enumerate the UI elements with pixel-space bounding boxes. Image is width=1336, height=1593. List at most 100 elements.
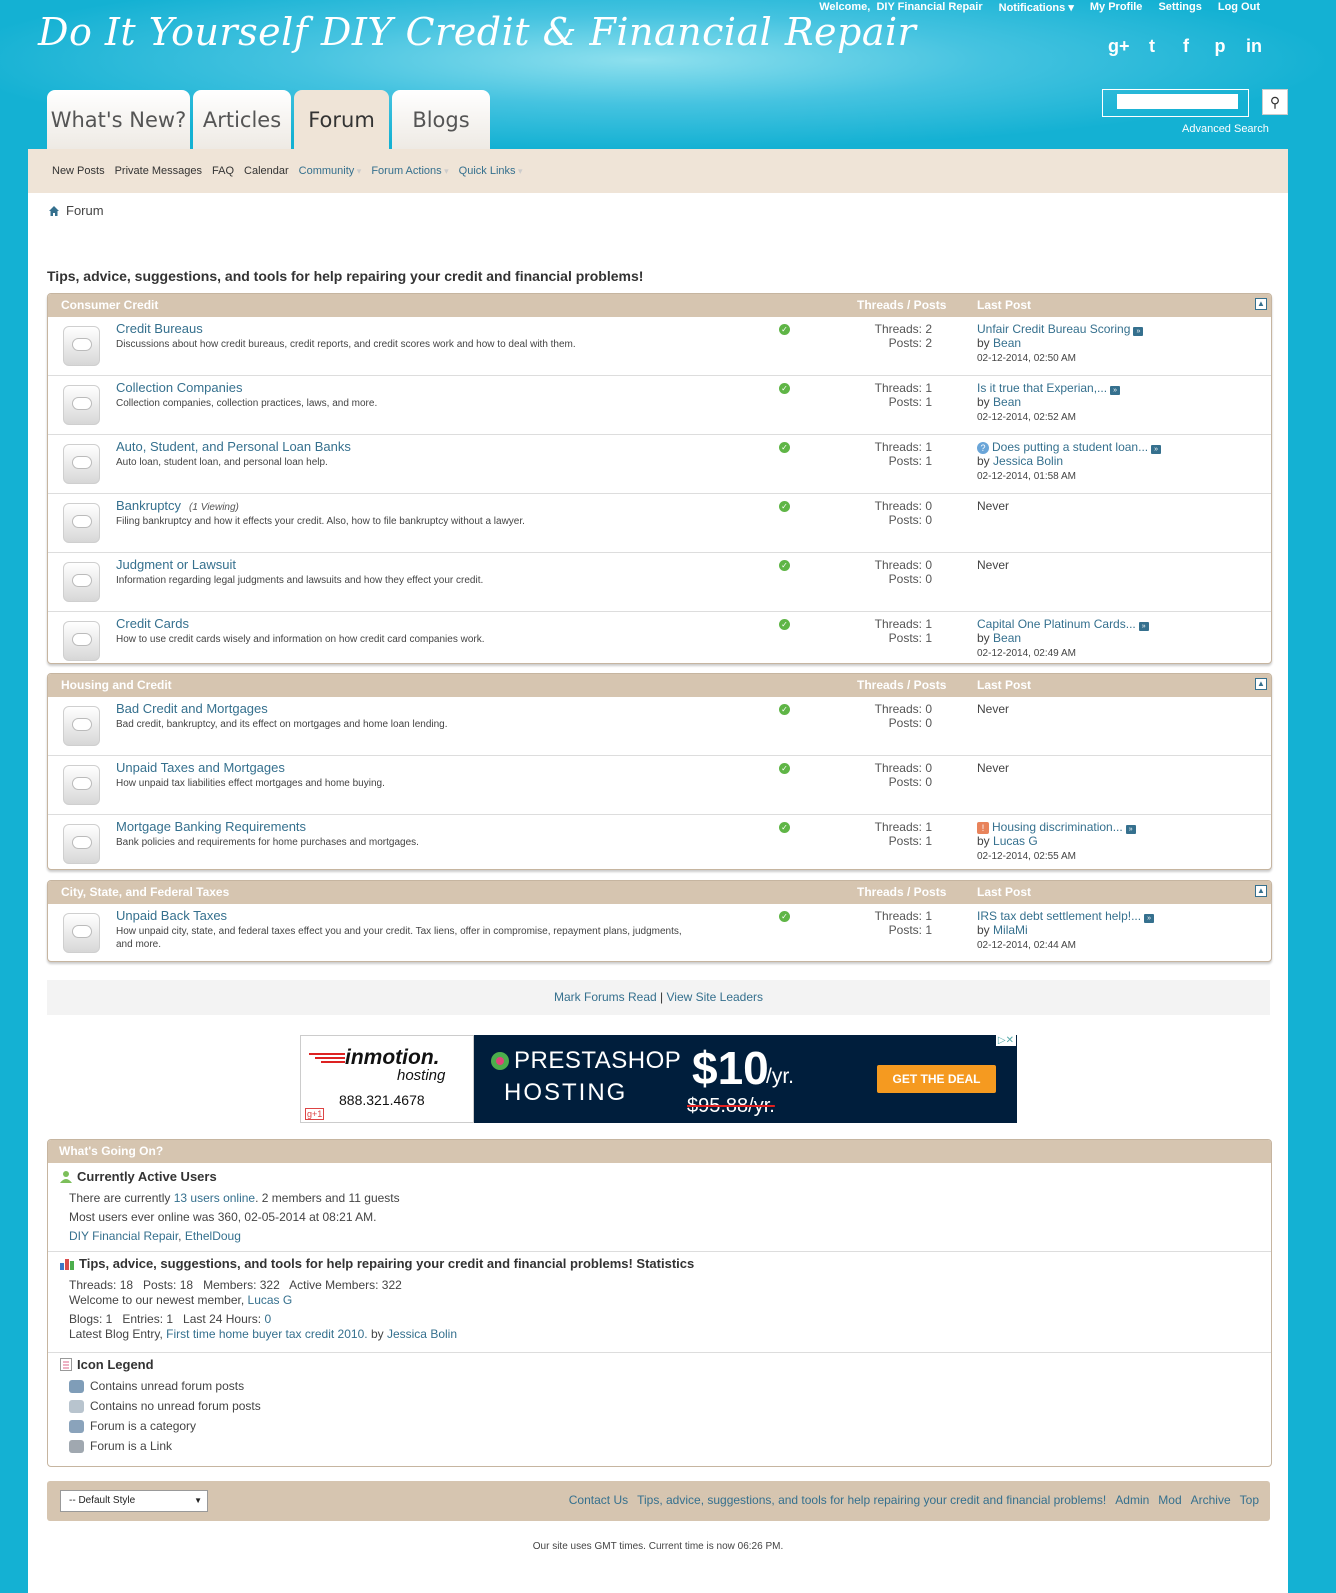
view-site-leaders-link[interactable]: View Site Leaders: [667, 990, 764, 1004]
current-time: 06:26 PM.: [737, 1541, 784, 1552]
get-the-deal-button[interactable]: GET THE DEAL: [877, 1065, 996, 1093]
last-post-title[interactable]: Capital One Platinum Cards...: [977, 617, 1136, 631]
forum-title-link[interactable]: Auto, Student, and Personal Loan Banks: [116, 439, 351, 454]
forum-title-link[interactable]: Credit Cards: [116, 616, 189, 631]
go-to-post-icon[interactable]: »: [1110, 386, 1121, 395]
forum-title-link[interactable]: Unpaid Back Taxes: [116, 908, 227, 923]
advanced-search-link[interactable]: Advanced Search: [1182, 123, 1269, 135]
welcome-text: Welcome, DIY Financial Repair: [819, 1, 983, 13]
top-link[interactable]: Top: [1240, 1493, 1259, 1507]
last-24-hours-link[interactable]: 0: [264, 1312, 271, 1326]
forum-status-icon: ✓: [779, 442, 790, 453]
collapse-icon[interactable]: ▲: [1255, 298, 1267, 310]
nav-quick-links-dropdown[interactable]: Quick Links: [459, 165, 523, 177]
go-to-post-icon[interactable]: »: [1151, 445, 1162, 454]
legend-item: Contains unread forum posts: [69, 1379, 244, 1393]
last-post-user[interactable]: Bean: [993, 395, 1021, 409]
newest-member-link[interactable]: Lucas G: [248, 1293, 293, 1307]
nav-private-messages[interactable]: Private Messages: [115, 165, 202, 177]
last-post-title[interactable]: Is it true that Experian,...: [977, 381, 1107, 395]
go-to-post-icon[interactable]: »: [1144, 914, 1155, 923]
forum-title-link[interactable]: Bad Credit and Mortgages: [116, 701, 268, 716]
facebook-icon[interactable]: f: [1176, 36, 1196, 57]
twitter-icon[interactable]: t: [1142, 36, 1162, 57]
nav-forum-actions-dropdown[interactable]: Forum Actions: [371, 165, 448, 177]
category-title[interactable]: City, State, and Federal Taxes: [61, 881, 229, 904]
nav-faq[interactable]: FAQ: [212, 165, 234, 177]
last-post: ! Housing discrimination...» by Lucas G 02-…: [977, 820, 1136, 864]
forum-title-link[interactable]: Bankruptcy (1 Viewing): [116, 498, 239, 513]
category-title[interactable]: Housing and Credit: [61, 674, 172, 697]
tab-articles[interactable]: Articles: [193, 90, 291, 149]
latest-blog-user-link[interactable]: Jessica Bolin: [387, 1327, 457, 1341]
style-select[interactable]: -- Default Style: [60, 1490, 208, 1512]
category-title[interactable]: Consumer Credit: [61, 294, 158, 317]
home-icon[interactable]: [48, 205, 60, 217]
last-post-user[interactable]: Bean: [993, 631, 1021, 645]
category-city-state-federal-taxes: City, State, and Federal Taxes Threads /…: [47, 880, 1272, 962]
forum-status-icon: ✓: [779, 619, 790, 630]
nav-community-dropdown[interactable]: Community: [299, 165, 362, 177]
category-header: Consumer Credit Threads / Posts Last Pos…: [48, 294, 1271, 317]
search-button[interactable]: ⚲: [1262, 89, 1288, 115]
admin-link[interactable]: Admin: [1115, 1493, 1149, 1507]
forum-title-link[interactable]: Collection Companies: [116, 380, 242, 395]
last-post-user[interactable]: Lucas G: [993, 834, 1038, 848]
last-post-user[interactable]: Bean: [993, 336, 1021, 350]
nav-calendar[interactable]: Calendar: [244, 165, 289, 177]
forum-title-link[interactable]: Mortgage Banking Requirements: [116, 819, 306, 834]
users-online-link[interactable]: 13 users online: [174, 1191, 255, 1205]
search-input[interactable]: [1117, 94, 1238, 109]
tab-blogs[interactable]: Blogs: [392, 90, 490, 149]
main-content: New Posts Private Messages FAQ Calendar …: [28, 149, 1288, 1593]
collapse-icon[interactable]: ▲: [1255, 885, 1267, 897]
online-users-list: DIY Financial Repair, EthelDoug: [69, 1229, 241, 1243]
forum-read-icon: [63, 444, 100, 484]
forum-title-link[interactable]: Unpaid Taxes and Mortgages: [116, 760, 285, 775]
site-header: Do It Yourself DIY Credit & Financial Re…: [0, 0, 1336, 150]
last-post-title[interactable]: IRS tax debt settlement help!...: [977, 909, 1141, 923]
tab-whats-new[interactable]: What's New?: [47, 90, 190, 149]
last-post-date: 02-12-2014, 02:44 AM: [977, 940, 1076, 951]
last-post-title[interactable]: Unfair Credit Bureau Scoring: [977, 322, 1130, 336]
tab-forum[interactable]: Forum: [294, 90, 389, 149]
last-post-user[interactable]: MilaMi: [993, 923, 1028, 937]
my-profile-link[interactable]: My Profile: [1090, 1, 1143, 14]
last-post: Never: [977, 702, 1010, 716]
username-link[interactable]: DIY Financial Repair: [876, 1, 982, 13]
forum-row: Judgment or Lawsuit Information regardin…: [48, 553, 1271, 612]
home-link[interactable]: Tips, advice, suggestions, and tools for…: [637, 1493, 1106, 1507]
collapse-icon[interactable]: ▲: [1255, 678, 1267, 690]
pinterest-icon[interactable]: p: [1210, 36, 1230, 57]
settings-link[interactable]: Settings: [1158, 1, 1201, 14]
google-plus-one-button[interactable]: g+1: [305, 1108, 325, 1120]
linkedin-icon[interactable]: in: [1244, 36, 1264, 57]
forum-title-link[interactable]: Credit Bureaus: [116, 321, 203, 336]
site-title[interactable]: Do It Yourself DIY Credit & Financial Re…: [38, 10, 916, 54]
nav-new-posts[interactable]: New Posts: [52, 165, 105, 177]
online-user-link[interactable]: DIY Financial Repair: [69, 1229, 178, 1243]
go-to-post-icon[interactable]: »: [1125, 825, 1136, 834]
advertisement-banner[interactable]: inmotion. hosting 888.321.4678 g+1 PREST…: [300, 1035, 1017, 1123]
forum-description: Bad credit, bankruptcy, and its effect o…: [116, 719, 448, 730]
log-out-link[interactable]: Log Out: [1218, 1, 1260, 14]
contact-us-link[interactable]: Contact Us: [569, 1493, 628, 1507]
latest-blog-link[interactable]: First time home buyer tax credit 2010.: [166, 1327, 367, 1341]
mark-forums-read-link[interactable]: Mark Forums Read: [554, 990, 657, 1004]
last-post-title[interactable]: Does putting a student loan...: [992, 440, 1148, 454]
go-to-post-icon[interactable]: »: [1133, 327, 1144, 336]
last-post-user[interactable]: Jessica Bolin: [993, 454, 1063, 468]
archive-link[interactable]: Archive: [1191, 1493, 1231, 1507]
last-post-title[interactable]: Housing discrimination...: [992, 820, 1123, 834]
search-icon: ⚲: [1269, 94, 1281, 110]
mod-link[interactable]: Mod: [1158, 1493, 1181, 1507]
go-to-post-icon[interactable]: »: [1138, 622, 1149, 631]
ad-close-icon[interactable]: ▷✕: [995, 1035, 1016, 1046]
forum-stats: Threads: 1 Posts: 1: [874, 617, 932, 645]
breadcrumb-forum[interactable]: Forum: [66, 203, 104, 218]
online-user-link[interactable]: EthelDoug: [185, 1229, 241, 1243]
google-plus-icon[interactable]: g+: [1108, 36, 1130, 57]
forum-title-link[interactable]: Judgment or Lawsuit: [116, 557, 236, 572]
notifications-link[interactable]: Notifications ▾: [999, 1, 1074, 14]
forum-read-icon: [63, 765, 100, 805]
